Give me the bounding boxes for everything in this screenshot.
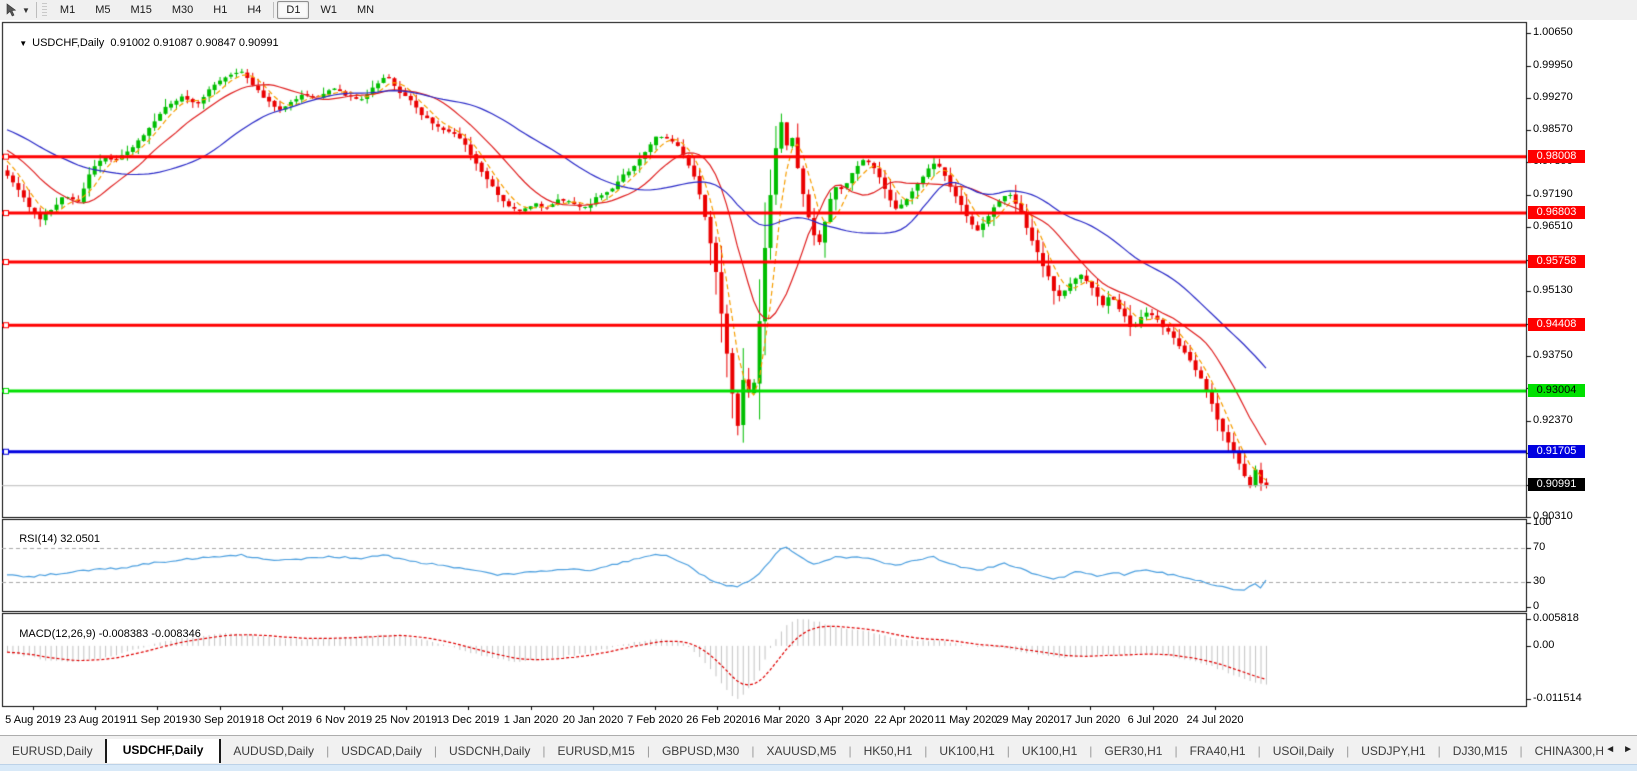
macd-tick-label: 0.00 — [1533, 639, 1555, 651]
date-tick-label: 6 Jul 2020 — [1127, 714, 1179, 726]
chart-cursor-icon[interactable] — [3, 2, 21, 18]
price-tick-label: 0.93750 — [1533, 349, 1573, 361]
date-tick-label: 25 Nov 2019 — [374, 714, 438, 726]
level-price-badge: 0.96803 — [1528, 206, 1585, 219]
chart-tab-uk100-h1[interactable]: UK100,H1 — [1010, 740, 1089, 763]
rsi-tick-label: 0 — [1533, 600, 1540, 612]
level-price-badge: 0.98008 — [1528, 150, 1585, 163]
date-tick-label: 3 Apr 2020 — [815, 714, 869, 726]
current-price-badge: 0.90991 — [1528, 478, 1585, 491]
date-tick-label: 24 Jul 2020 — [1186, 714, 1244, 726]
date-tick-label: 13 Dec 2019 — [436, 714, 500, 726]
timeframe-button-M5[interactable]: M5 — [86, 1, 119, 19]
tab-scroll-right-icon[interactable]: ► — [1623, 744, 1633, 755]
chart-window: ▼ USDCHF,Daily 0.91002 0.91087 0.90847 0.… — [0, 20, 1637, 735]
chart-tab-uk100-h1[interactable]: UK100,H1 — [927, 740, 1006, 763]
price-tick-label: 0.97190 — [1533, 188, 1573, 200]
toolbar-separator — [35, 2, 37, 18]
cursor-tool-caret-icon[interactable]: ▼ — [22, 6, 30, 15]
chart-tab-usdcad-daily[interactable]: USDCAD,Daily — [329, 740, 434, 763]
timeframe-button-M30[interactable]: M30 — [163, 1, 202, 19]
rsi-tick-label: 30 — [1533, 575, 1546, 587]
level-price-badge: 0.95758 — [1528, 255, 1585, 268]
timeframe-button-W1[interactable]: W1 — [311, 1, 346, 19]
date-tick-label: 26 Feb 2020 — [686, 714, 748, 726]
chart-tab-gbpusd-m30[interactable]: GBPUSD,M30 — [650, 740, 751, 763]
chart-tab-bar: EURUSD,Daily USDCHF,Daily AUDUSD,Daily | USD… — [0, 735, 1637, 771]
level-price-badge: 0.91705 — [1528, 445, 1585, 458]
price-tick-label: 0.95130 — [1533, 284, 1573, 296]
mt4-terminal-window: { "toolbar": { "cursor_tool_icon": "char… — [0, 0, 1637, 771]
chart-tab-usoil-daily[interactable]: USOil,Daily — [1261, 740, 1346, 763]
macd-signal-value: -0.008346 — [151, 628, 201, 640]
date-tick-label: 17 Jun 2020 — [1059, 714, 1121, 726]
macd-value: -0.008383 — [98, 628, 149, 640]
chart-ohlc-values: 0.91002 0.91087 0.90847 0.90991 — [110, 37, 279, 49]
chart-tab-usdjpy-h1[interactable]: USDJPY,H1 — [1349, 740, 1437, 763]
date-tick-label: 7 Feb 2020 — [627, 714, 683, 726]
rsi-name: RSI(14) — [19, 533, 58, 545]
level-price-badge: 0.93004 — [1528, 384, 1585, 397]
macd-name: MACD(12,26,9) — [19, 628, 96, 640]
date-tick-label: 30 Sep 2019 — [188, 714, 252, 726]
timeframe-button-M15[interactable]: M15 — [121, 1, 160, 19]
chart-tab-hk50-h1[interactable]: HK50,H1 — [852, 740, 925, 763]
date-tick-label: 11 Sep 2019 — [126, 714, 188, 726]
chart-tab-china300-h4[interactable]: CHINA300,H4 — [1523, 740, 1603, 763]
chart-ohlc-title: ▼ USDCHF,Daily 0.91002 0.91087 0.90847 0.… — [7, 25, 279, 61]
timeframe-button-D1[interactable]: D1 — [277, 1, 310, 19]
chart-tab-ger30-h1[interactable]: GER30,H1 — [1092, 740, 1174, 763]
date-tick-label: 6 Nov 2019 — [315, 714, 373, 726]
rsi-tick-label: 70 — [1533, 541, 1546, 553]
price-tick-label: 0.99270 — [1533, 91, 1573, 103]
top-toolbar: ▼ M1 M5 M15 M30 H1 H4 D1 W1 MN — [0, 0, 1637, 21]
timeframe-button-M1[interactable]: M1 — [51, 1, 84, 19]
date-tick-label: 16 Mar 2020 — [748, 714, 810, 726]
chart-tab-fra40-h1[interactable]: FRA40,H1 — [1178, 740, 1258, 763]
timeframe-button-MN[interactable]: MN — [348, 1, 383, 19]
chart-tab-audusd-daily[interactable]: AUDUSD,Daily — [221, 740, 326, 763]
timeframe-button-H1[interactable]: H1 — [204, 1, 236, 19]
date-tick-label: 18 Oct 2019 — [252, 714, 312, 726]
tab-scroll-left-icon[interactable]: ◄ — [1605, 744, 1615, 755]
timeframe-button-H4[interactable]: H4 — [238, 1, 270, 19]
date-tick-label: 5 Aug 2019 — [5, 714, 61, 726]
rsi-tick-label: 100 — [1533, 516, 1552, 528]
date-tick-label: 23 Aug 2019 — [64, 714, 126, 726]
timeframe-button-group: M1 M5 M15 M30 H1 H4 D1 W1 MN — [50, 1, 384, 19]
date-tick-label: 1 Jan 2020 — [503, 714, 559, 726]
chart-tab-dj30-m15[interactable]: DJ30,M15 — [1441, 740, 1520, 763]
macd-tick-label: -0.011514 — [1533, 692, 1582, 704]
toolbar-separator — [273, 2, 275, 18]
price-tick-label: 1.00650 — [1533, 26, 1573, 38]
date-tick-label: 29 May 2020 — [996, 714, 1060, 726]
macd-indicator-label: MACD(12,26,9) -0.008383 -0.008346 — [7, 616, 201, 652]
price-tick-label: 0.92370 — [1533, 414, 1573, 426]
rsi-indicator-label: RSI(14) 32.0501 — [7, 521, 100, 557]
price-tick-label: 0.96510 — [1533, 220, 1573, 232]
rsi-value: 32.0501 — [60, 533, 100, 545]
level-price-badge: 0.94408 — [1528, 318, 1585, 331]
date-tick-label: 22 Apr 2020 — [874, 714, 934, 726]
date-tick-label: 11 May 2020 — [934, 714, 998, 726]
price-chart-canvas[interactable] — [0, 20, 1637, 735]
chart-collapse-caret-icon[interactable]: ▼ — [19, 39, 27, 48]
chart-tab-xauusd-m5[interactable]: XAUUSD,M5 — [754, 740, 848, 763]
chart-tab-eurusd-daily[interactable]: EURUSD,Daily — [0, 740, 105, 763]
macd-tick-label: 0.005818 — [1533, 612, 1579, 624]
toolbar-grip-handle[interactable] — [41, 3, 47, 17]
price-tick-label: 0.98570 — [1533, 123, 1573, 135]
price-tick-label: 0.99950 — [1533, 59, 1573, 71]
chart-tab-eurusd-m15[interactable]: EURUSD,M15 — [545, 740, 646, 763]
chart-tab-usdchf-daily[interactable]: USDCHF,Daily — [104, 739, 222, 763]
chart-tab-usdcnh-daily[interactable]: USDCNH,Daily — [437, 740, 542, 763]
chart-symbol-period: USDCHF,Daily — [32, 37, 105, 49]
date-tick-label: 20 Jan 2020 — [562, 714, 624, 726]
